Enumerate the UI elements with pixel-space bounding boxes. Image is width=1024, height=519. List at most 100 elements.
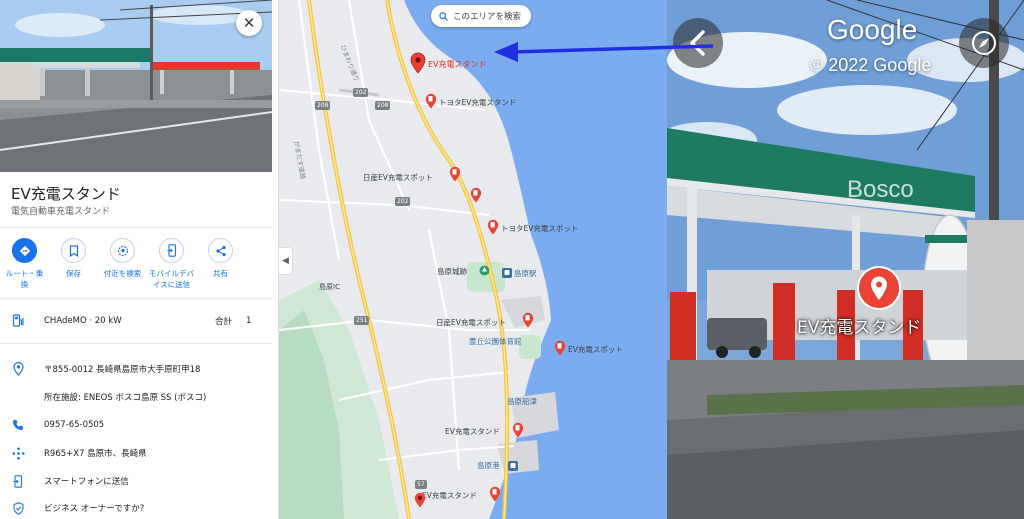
directions-label-1: ルート・乗: [5, 269, 44, 278]
ev-pin-label[interactable]: 日産EV充電スポット: [436, 317, 506, 328]
located-in-text: 所在施設: ENEOS ボスコ島原 SS (ボスコ): [44, 393, 207, 403]
location-pin-icon: [11, 362, 25, 376]
place-title: EV充電スタンド: [11, 185, 121, 203]
close-icon: ✕: [242, 14, 256, 32]
send-label-2: イスに送信: [152, 280, 191, 289]
charger-power: 20 kW: [94, 316, 122, 326]
interchange-label[interactable]: 島原IC: [319, 282, 340, 292]
charger-row[interactable]: CHAdeMO · 20 kW 合計 1: [0, 310, 272, 332]
ev-pin[interactable]: [522, 312, 534, 328]
station-label[interactable]: 島原駅: [514, 268, 537, 279]
selected-place-label[interactable]: EV充電スタンド: [428, 59, 487, 70]
compass-button[interactable]: [959, 18, 1009, 68]
street-view[interactable]: Bosco Google © 2022 Google EV充電スタンド: [667, 0, 1024, 519]
chevron-left-icon: [690, 30, 705, 56]
bookmark-icon: [61, 238, 86, 263]
search-icon: [439, 11, 448, 21]
route-shield: 208: [375, 101, 391, 110]
share-label: 共有: [213, 269, 228, 278]
directions-button[interactable]: ルート・乗換: [0, 238, 49, 290]
gas-station-photo: [0, 0, 272, 172]
save-button[interactable]: 保存: [49, 238, 98, 290]
place-panel: ✕ EV充電スタンド 電気自動車充電スタンド ルート・乗換 保存 付近を検索 モ…: [0, 0, 279, 519]
ev-pin-label[interactable]: トヨタEV充電スポット: [501, 223, 578, 234]
ev-pin[interactable]: [414, 492, 426, 508]
close-button[interactable]: ✕: [236, 10, 262, 36]
location-pin-icon: [871, 276, 887, 300]
divider: [0, 227, 272, 228]
selected-place-pin[interactable]: [410, 52, 426, 74]
street-view-image: Bosco: [667, 0, 1024, 519]
ev-pin-label[interactable]: EV充電スタンド: [422, 490, 477, 501]
action-bar: ルート・乗換 保存 付近を検索 モバイルデバ イスに送信 共有: [0, 238, 272, 290]
search-this-area-button[interactable]: このエリアを検索: [431, 5, 532, 27]
nearby-label: 付近を検索: [103, 269, 142, 278]
divider: [0, 343, 272, 344]
save-label: 保存: [66, 269, 81, 278]
route-shield: 208: [315, 101, 331, 110]
ev-pin[interactable]: [487, 219, 499, 235]
gym-label[interactable]: 霊丘公園体育館: [469, 336, 522, 347]
address-text: 〒855-0012 長崎県島原市大手原町甲18: [44, 365, 201, 375]
route-shield: 202: [353, 88, 369, 97]
place-category[interactable]: 電気自動車充電スタンド: [11, 204, 110, 217]
park-icon: [479, 265, 490, 276]
compass-icon: [972, 31, 996, 55]
verified-shield-icon: [11, 501, 25, 515]
send-to-phone-row[interactable]: スマートフォンに送信: [0, 470, 272, 492]
ev-charger-icon: [11, 314, 25, 328]
share-icon: [208, 238, 233, 263]
send-to-phone-text: スマートフォンに送信: [44, 477, 129, 487]
claim-business-text: ビジネス オーナーですか?: [44, 504, 145, 514]
phone-icon: [11, 418, 25, 432]
charger-total-label: 合計: [215, 317, 233, 327]
google-logo: Google: [827, 14, 918, 45]
ev-pin-label[interactable]: EV充電スタンド: [445, 426, 500, 437]
charger-separator: ·: [89, 316, 93, 326]
send-to-device-button[interactable]: モバイルデバ イスに送信: [147, 238, 196, 290]
plus-code-text: R965+X7 島原市、長崎県: [44, 449, 147, 459]
castle-label[interactable]: 島原城跡: [437, 266, 467, 277]
place-photo[interactable]: ✕: [0, 0, 272, 172]
claim-business-row[interactable]: ビジネス オーナーですか?: [0, 497, 272, 519]
ev-pin[interactable]: [512, 422, 524, 438]
ev-pin[interactable]: [449, 166, 461, 182]
plus-code-row[interactable]: R965+X7 島原市、長崎県: [0, 442, 272, 464]
ev-pin-label[interactable]: EV充電スポット: [568, 344, 623, 355]
train-station-icon: [502, 268, 512, 278]
route-shield: 202: [395, 197, 411, 206]
back-button[interactable]: [673, 18, 723, 68]
ev-pin[interactable]: [489, 486, 501, 502]
route-shield: 57: [415, 480, 427, 489]
street-view-place-pin[interactable]: [857, 266, 901, 310]
ev-pin-label[interactable]: トヨタEV充電スタンド: [439, 97, 516, 108]
canopy-sign-text: Bosco: [847, 176, 914, 203]
map-edge-label: 三: [655, 471, 663, 480]
ev-pin[interactable]: [425, 93, 437, 109]
ev-pin[interactable]: [554, 340, 566, 356]
route-shield: 251: [354, 316, 370, 325]
phone-row[interactable]: 0957-65-0505: [0, 414, 272, 436]
map-background: [279, 0, 667, 519]
address-row[interactable]: 〒855-0012 長崎県島原市大手原町甲18: [0, 358, 272, 380]
ev-pin[interactable]: [470, 187, 482, 203]
located-in-row[interactable]: 所在施設: ENEOS ボスコ島原 SS (ボスコ): [0, 386, 272, 408]
ev-pin-label[interactable]: 日産EV充電スポット: [363, 172, 433, 183]
send-label-1: モバイルデバ: [149, 269, 194, 278]
charger-type: CHAdeMO: [44, 316, 87, 326]
phone-text: 0957-65-0505: [44, 420, 105, 430]
divider: [0, 298, 272, 299]
search-this-area-label: このエリアを検索: [453, 12, 522, 22]
phone-send-icon: [11, 474, 25, 488]
collapse-panel-button[interactable]: ◀: [279, 247, 293, 275]
charger-total-count: 1: [246, 316, 252, 326]
nearby-button[interactable]: 付近を検索: [98, 238, 147, 290]
copyright-text: © 2022 Google: [810, 55, 932, 75]
train-station-icon: [508, 461, 518, 471]
station-label[interactable]: 島原船津: [507, 396, 537, 407]
street-view-place-label[interactable]: EV充電スタンド: [797, 313, 921, 338]
map-canvas[interactable]: このエリアを検索 208 202 208 202 251 57 ひまわり通り が…: [279, 0, 667, 519]
share-button[interactable]: 共有: [196, 238, 245, 290]
port-label[interactable]: 島原港: [477, 460, 500, 471]
nearby-icon: [110, 238, 135, 263]
